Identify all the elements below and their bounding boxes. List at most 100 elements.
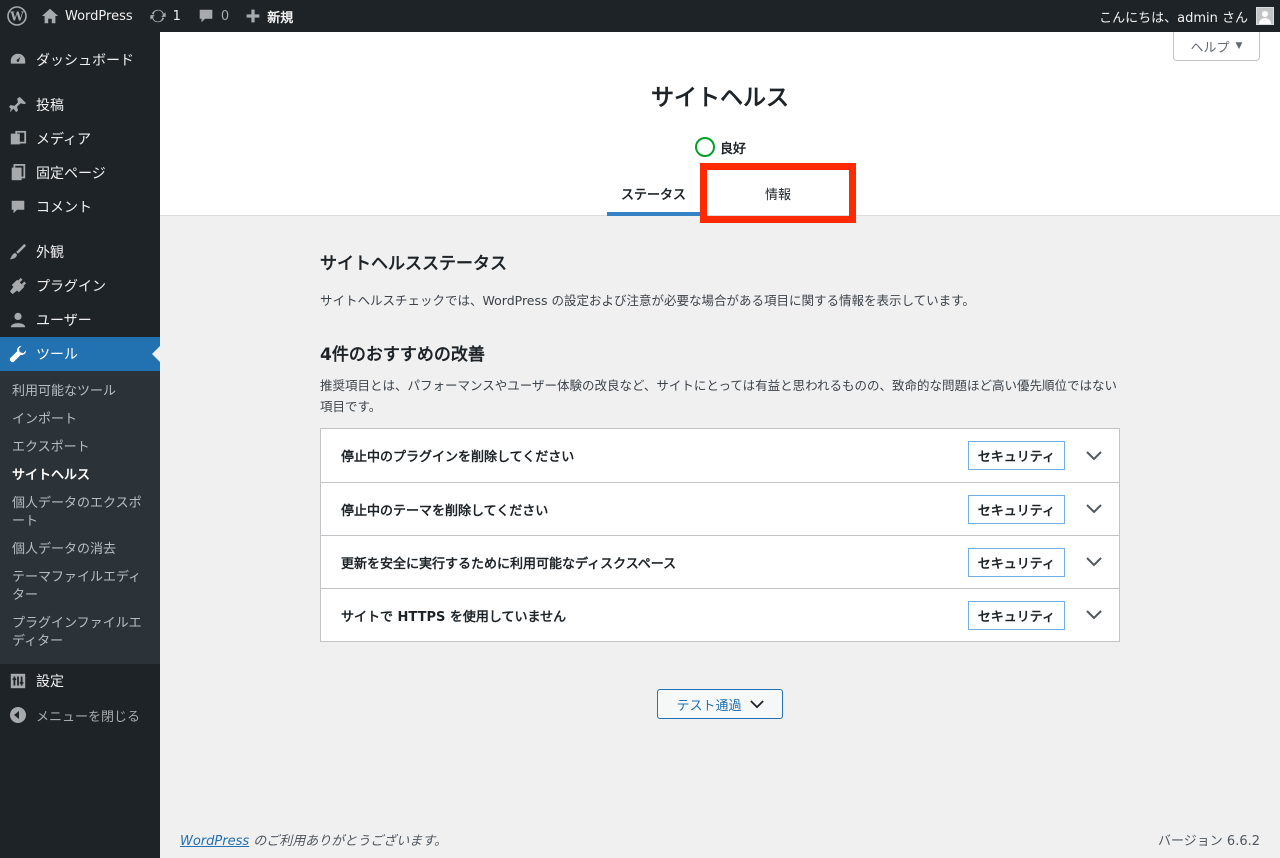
- site-name: WordPress: [65, 8, 133, 24]
- menu-media[interactable]: メディア: [0, 122, 160, 156]
- menu-comments[interactable]: コメント: [0, 190, 160, 224]
- status-heading: サイトヘルスステータス: [320, 254, 507, 274]
- menu-posts[interactable]: 投稿: [0, 88, 160, 122]
- passed-tests-button[interactable]: テスト通過: [657, 689, 783, 719]
- menu-label: 固定ページ: [36, 166, 106, 182]
- menu-label: 設定: [36, 674, 64, 690]
- media-icon: [8, 129, 28, 149]
- issue-badge: セキュリティ: [967, 600, 1065, 630]
- chevron-down-icon: [1077, 492, 1111, 526]
- pages-icon: [8, 163, 28, 183]
- issue-badge: セキュリティ: [967, 494, 1065, 524]
- chevron-down-icon: [1077, 545, 1111, 579]
- chevron-down-icon: [749, 699, 764, 708]
- avatar: [1256, 7, 1274, 25]
- site-health-header: ヘルプ ▼ サイトヘルス 良好 ステータス 情報: [160, 32, 1280, 223]
- issue-badge: セキュリティ: [967, 547, 1065, 577]
- issue-item[interactable]: 停止中のテーマを削除してください セキュリティ: [321, 482, 1119, 535]
- wordpress-logo-icon[interactable]: W: [0, 0, 37, 32]
- user-icon: [8, 310, 28, 330]
- plus-icon: [246, 9, 260, 23]
- tab-info[interactable]: 情報: [700, 163, 856, 223]
- menu-label: ツール: [36, 347, 78, 363]
- menu-label: プラグイン: [36, 279, 106, 295]
- admin-bar: W WordPress 1 0 新規 こんにちは、admin さん: [0, 0, 1280, 32]
- submenu-available-tools[interactable]: 利用可能なツール: [0, 378, 160, 406]
- wrench-icon: [8, 344, 28, 364]
- menu-appearance[interactable]: 外観: [0, 235, 160, 269]
- greeting: こんにちは、admin さん: [1099, 10, 1248, 26]
- submenu-export-personal-data[interactable]: 個人データのエクスポート: [0, 490, 160, 536]
- updates-link[interactable]: 1: [141, 0, 189, 32]
- issue-item[interactable]: 更新を安全に実行するために利用可能なディスクスペース セキュリティ: [321, 535, 1119, 588]
- new-content-link[interactable]: 新規: [237, 0, 301, 32]
- new-label: 新規: [267, 10, 294, 26]
- issue-title: サイトで HTTPS を使用していません: [341, 609, 567, 625]
- plugin-icon: [8, 276, 28, 296]
- tab-status[interactable]: ステータス: [607, 170, 700, 216]
- health-circle-icon: [695, 137, 715, 157]
- settings-icon: [8, 671, 28, 691]
- menu-label: 外観: [36, 245, 64, 261]
- submenu-theme-file-editor[interactable]: テーマファイルエディター: [0, 564, 160, 610]
- comment-icon: [8, 197, 28, 217]
- submenu-site-health[interactable]: サイトヘルス: [0, 462, 160, 490]
- home-icon: [41, 8, 59, 24]
- chevron-down-icon: [1077, 439, 1111, 473]
- comments-link[interactable]: 0: [189, 0, 237, 32]
- menu-label: 投稿: [36, 98, 64, 114]
- collapse-menu-button[interactable]: メニューを閉じる: [0, 698, 160, 732]
- submenu-import[interactable]: インポート: [0, 406, 160, 434]
- menu-label: メディア: [36, 132, 92, 148]
- menu-label: コメント: [36, 200, 92, 216]
- menu-label: ユーザー: [36, 313, 92, 329]
- footer-thanks: WordPress のご利用ありがとうございます。: [180, 830, 447, 849]
- menu-dashboard[interactable]: ダッシュボード: [0, 43, 160, 77]
- health-tabs: ステータス 情報: [607, 163, 856, 223]
- tools-submenu: 利用可能なツール インポート エクスポート サイトヘルス 個人データのエクスポー…: [0, 371, 160, 664]
- submenu-export[interactable]: エクスポート: [0, 434, 160, 462]
- passed-tests-label: テスト通過: [676, 698, 742, 714]
- collapse-icon: [8, 705, 28, 725]
- comment-icon: [199, 9, 213, 23]
- menu-tools[interactable]: ツール: [0, 337, 160, 371]
- issues-description: 推奨項目とは、パフォーマンスやユーザー体験の改良など、サイトにとっては有益と思わ…: [320, 378, 1118, 414]
- comments-count: 0: [220, 8, 230, 24]
- submenu-plugin-file-editor[interactable]: プラグインファイルエディター: [0, 610, 160, 656]
- updates-count: 1: [172, 8, 181, 24]
- issues-heading: 4件のおすすめの改善: [320, 345, 485, 365]
- updates-icon: [149, 9, 166, 23]
- issue-title: 更新を安全に実行するために利用可能なディスクスペース: [341, 556, 677, 572]
- menu-plugins[interactable]: プラグイン: [0, 269, 160, 303]
- issue-item[interactable]: 停止中のプラグインを削除してください セキュリティ: [321, 429, 1119, 482]
- health-progress: 良好: [695, 137, 746, 157]
- submenu-erase-personal-data[interactable]: 個人データの消去: [0, 536, 160, 564]
- issue-title: 停止中のテーマを削除してください: [341, 503, 549, 519]
- menu-pages[interactable]: 固定ページ: [0, 156, 160, 190]
- help-button[interactable]: ヘルプ ▼: [1173, 32, 1260, 61]
- issue-title: 停止中のプラグインを削除してください: [341, 450, 575, 465]
- menu-label: メニューを閉じる: [36, 709, 141, 725]
- footer-thanks-text: のご利用ありがとうございます。: [249, 834, 447, 849]
- health-status-label: 良好: [720, 141, 747, 157]
- triangle-down-icon: ▼: [1235, 41, 1243, 51]
- status-description: サイトヘルスチェックでは、WordPress の設定および注意が必要な場合がある…: [320, 293, 975, 308]
- svg-text:W: W: [9, 10, 24, 24]
- menu-users[interactable]: ユーザー: [0, 303, 160, 337]
- menu-label: ダッシュボード: [36, 53, 134, 69]
- pushpin-icon: [8, 95, 28, 115]
- admin-sidebar: ダッシュボード 投稿 メディア 固定ページ コメント 外観 プラグイン ユーザー…: [0, 32, 160, 858]
- chevron-down-icon: [1077, 598, 1111, 632]
- my-account[interactable]: こんにちは、admin さん: [1099, 0, 1280, 32]
- page-title: サイトヘルス: [651, 85, 789, 111]
- site-name-link[interactable]: WordPress: [37, 0, 141, 32]
- issues-accordion: 停止中のプラグインを削除してください セキュリティ 停止中のテーマを削除してくだ…: [320, 428, 1120, 642]
- paintbrush-icon: [8, 242, 28, 262]
- wordpress-link[interactable]: WordPress: [180, 834, 249, 849]
- footer-version: バージョン 6.6.2: [1158, 834, 1260, 849]
- menu-settings[interactable]: 設定: [0, 664, 160, 698]
- issue-badge: セキュリティ: [967, 441, 1065, 470]
- help-label: ヘルプ: [1190, 40, 1230, 56]
- issue-item[interactable]: サイトで HTTPS を使用していません セキュリティ: [321, 588, 1119, 641]
- dashboard-icon: [8, 50, 28, 70]
